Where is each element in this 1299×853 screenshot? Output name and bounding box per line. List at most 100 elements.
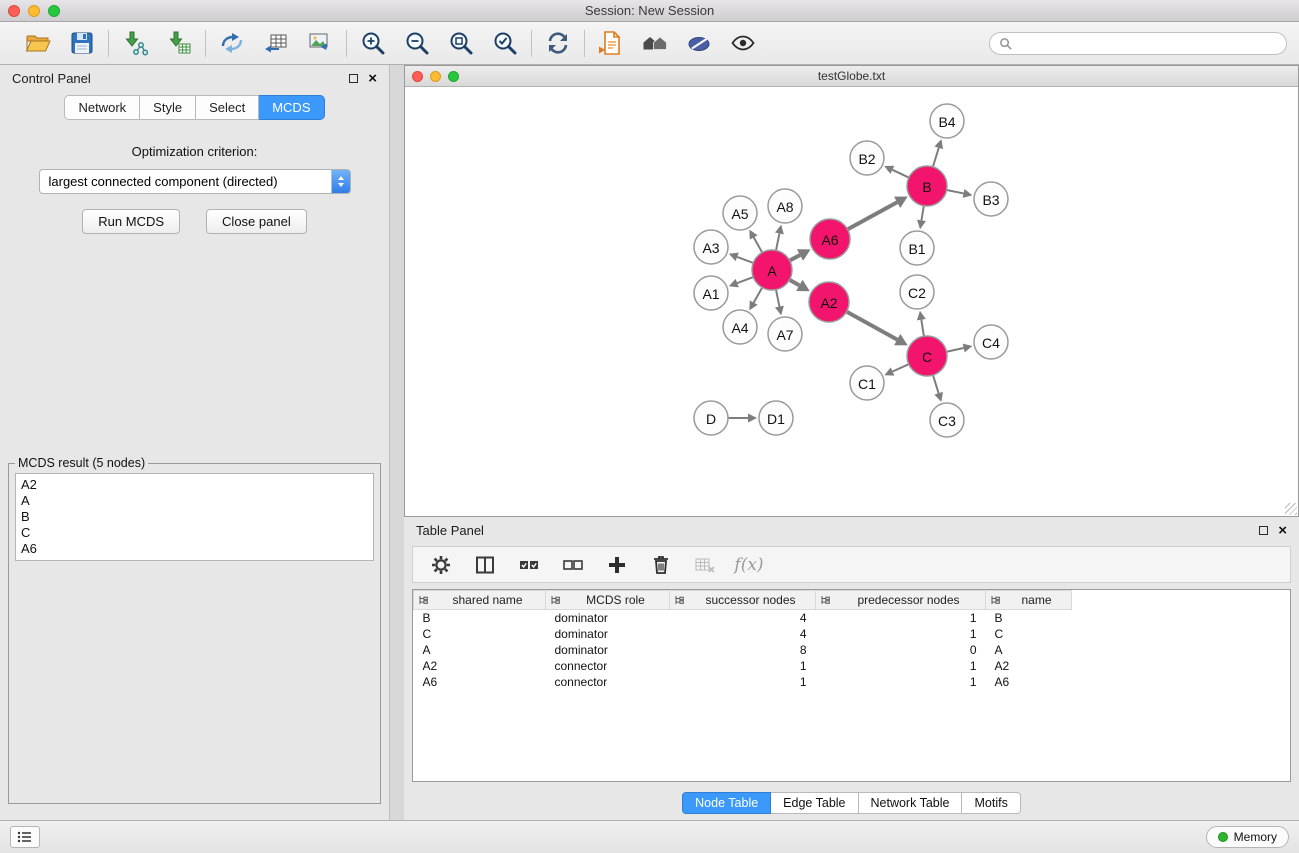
zoom-out-icon[interactable]	[403, 29, 431, 57]
node-C4[interactable]: C4	[974, 325, 1008, 359]
edge-A-A2[interactable]	[789, 280, 799, 286]
tab-style[interactable]: Style	[140, 95, 196, 120]
node-A1[interactable]: A1	[694, 276, 728, 310]
node-B[interactable]: B	[907, 166, 947, 206]
edge-A-A3[interactable]	[737, 257, 753, 263]
tab-mcds[interactable]: MCDS	[259, 95, 324, 120]
close-panel-button[interactable]: Close panel	[206, 209, 307, 234]
column-header-MCDS-role[interactable]: MCDS role	[546, 591, 670, 610]
zoom-in-icon[interactable]	[359, 29, 387, 57]
column-header-predecessor-nodes[interactable]: predecessor nodes	[816, 591, 986, 610]
eye-icon[interactable]	[729, 29, 757, 57]
edge-B-B4[interactable]	[933, 148, 939, 167]
edge-C-C3[interactable]	[933, 375, 939, 393]
column-header-successor-nodes[interactable]: successor nodes	[670, 591, 816, 610]
node-A7[interactable]: A7	[768, 317, 802, 351]
save-session-icon[interactable]	[68, 29, 96, 57]
deselect-all-icon[interactable]	[561, 553, 585, 577]
export-network-icon[interactable]	[218, 29, 246, 57]
open-panel-icon[interactable]	[597, 29, 625, 57]
edge-A-A5[interactable]	[754, 237, 763, 252]
memory-button[interactable]: Memory	[1206, 826, 1289, 848]
node-B2[interactable]: B2	[850, 141, 884, 175]
search-box[interactable]	[989, 32, 1287, 55]
node-B1[interactable]: B1	[900, 231, 934, 265]
mcds-result-item[interactable]: A2	[21, 477, 368, 493]
tab-select[interactable]: Select	[196, 95, 259, 120]
open-file-icon[interactable]	[24, 29, 52, 57]
export-table-icon[interactable]	[262, 29, 290, 57]
zoom-window-button[interactable]	[48, 5, 60, 17]
node-A8[interactable]: A8	[768, 189, 802, 223]
network-zoom-button[interactable]	[448, 71, 459, 82]
network-canvas[interactable]: B4B2BB3A5A8A6A3B1AC2A1A2A4A7C4CC1C3DD1	[405, 87, 1298, 516]
node-A3[interactable]: A3	[694, 230, 728, 264]
edge-B-B2[interactable]	[892, 170, 909, 178]
mcds-result-item[interactable]: A6	[21, 541, 368, 557]
node-B4[interactable]: B4	[930, 104, 964, 138]
edge-A-A7[interactable]	[776, 290, 779, 307]
visibility-icon[interactable]	[685, 29, 713, 57]
table-row[interactable]: Bdominator41B	[414, 610, 1072, 627]
tab-network-table[interactable]: Network Table	[859, 792, 963, 814]
run-mcds-button[interactable]: Run MCDS	[82, 209, 180, 234]
node-A4[interactable]: A4	[723, 310, 757, 344]
gear-icon[interactable]	[429, 553, 453, 577]
mcds-result-list[interactable]: A2ABCA6	[15, 473, 374, 561]
refresh-icon[interactable]	[544, 29, 572, 57]
panel-list-button[interactable]	[10, 826, 40, 848]
node-A[interactable]: A	[752, 250, 792, 290]
node-C1[interactable]: C1	[850, 366, 884, 400]
import-network-icon[interactable]	[121, 29, 149, 57]
node-C[interactable]: C	[907, 336, 947, 376]
columns-icon[interactable]	[473, 553, 497, 577]
tab-node-table[interactable]: Node Table	[682, 792, 771, 814]
edge-A-A6[interactable]	[790, 255, 800, 261]
search-input[interactable]	[1017, 36, 1277, 50]
table-row[interactable]: Adominator80A	[414, 642, 1072, 658]
zoom-selected-icon[interactable]	[491, 29, 519, 57]
node-table[interactable]: shared nameMCDS rolesuccessor nodesprede…	[412, 589, 1291, 782]
node-D1[interactable]: D1	[759, 401, 793, 435]
close-panel-icon[interactable]: ×	[368, 71, 377, 86]
delete-table-icon[interactable]	[693, 553, 717, 577]
node-A2[interactable]: A2	[809, 282, 849, 322]
edge-B-B1[interactable]	[921, 206, 923, 221]
column-header-shared-name[interactable]: shared name	[414, 591, 546, 610]
tab-motifs[interactable]: Motifs	[962, 792, 1020, 814]
column-header-name[interactable]: name	[986, 591, 1072, 610]
edge-A-A1[interactable]	[737, 277, 753, 283]
mcds-result-item[interactable]: A	[21, 493, 368, 509]
select-all-icon[interactable]	[517, 553, 541, 577]
table-row[interactable]: A6connector11A6	[414, 674, 1072, 690]
network-minimize-button[interactable]	[430, 71, 441, 82]
node-C2[interactable]: C2	[900, 275, 934, 309]
add-row-icon[interactable]	[605, 553, 629, 577]
resize-handle[interactable]	[1285, 503, 1297, 515]
import-table-icon[interactable]	[165, 29, 193, 57]
delete-row-icon[interactable]	[649, 553, 673, 577]
node-D[interactable]: D	[694, 401, 728, 435]
tab-edge-table[interactable]: Edge Table	[771, 792, 858, 814]
edge-B-B3[interactable]	[947, 190, 964, 193]
table-row[interactable]: A2connector11A2	[414, 658, 1072, 674]
network-close-button[interactable]	[412, 71, 423, 82]
close-window-button[interactable]	[8, 5, 20, 17]
zoom-fit-icon[interactable]	[447, 29, 475, 57]
edge-C-C2[interactable]	[921, 320, 924, 337]
node-B3[interactable]: B3	[974, 182, 1008, 216]
table-row[interactable]: Cdominator41C	[414, 626, 1072, 642]
home-icon[interactable]	[641, 29, 669, 57]
edge-C-C1[interactable]	[893, 364, 909, 371]
edge-A6-B[interactable]	[848, 202, 898, 229]
close-table-panel-icon[interactable]: ×	[1278, 523, 1287, 538]
edge-A-A8[interactable]	[776, 233, 779, 250]
node-A5[interactable]: A5	[723, 196, 757, 230]
minimize-window-button[interactable]	[28, 5, 40, 17]
mcds-result-item[interactable]: B	[21, 509, 368, 525]
export-image-icon[interactable]	[306, 29, 334, 57]
optimization-dropdown[interactable]: largest connected component (directed)	[39, 169, 351, 194]
edge-A-A4[interactable]	[754, 287, 763, 302]
function-icon[interactable]: f(x)	[737, 553, 761, 577]
edge-C-C4[interactable]	[947, 348, 964, 352]
